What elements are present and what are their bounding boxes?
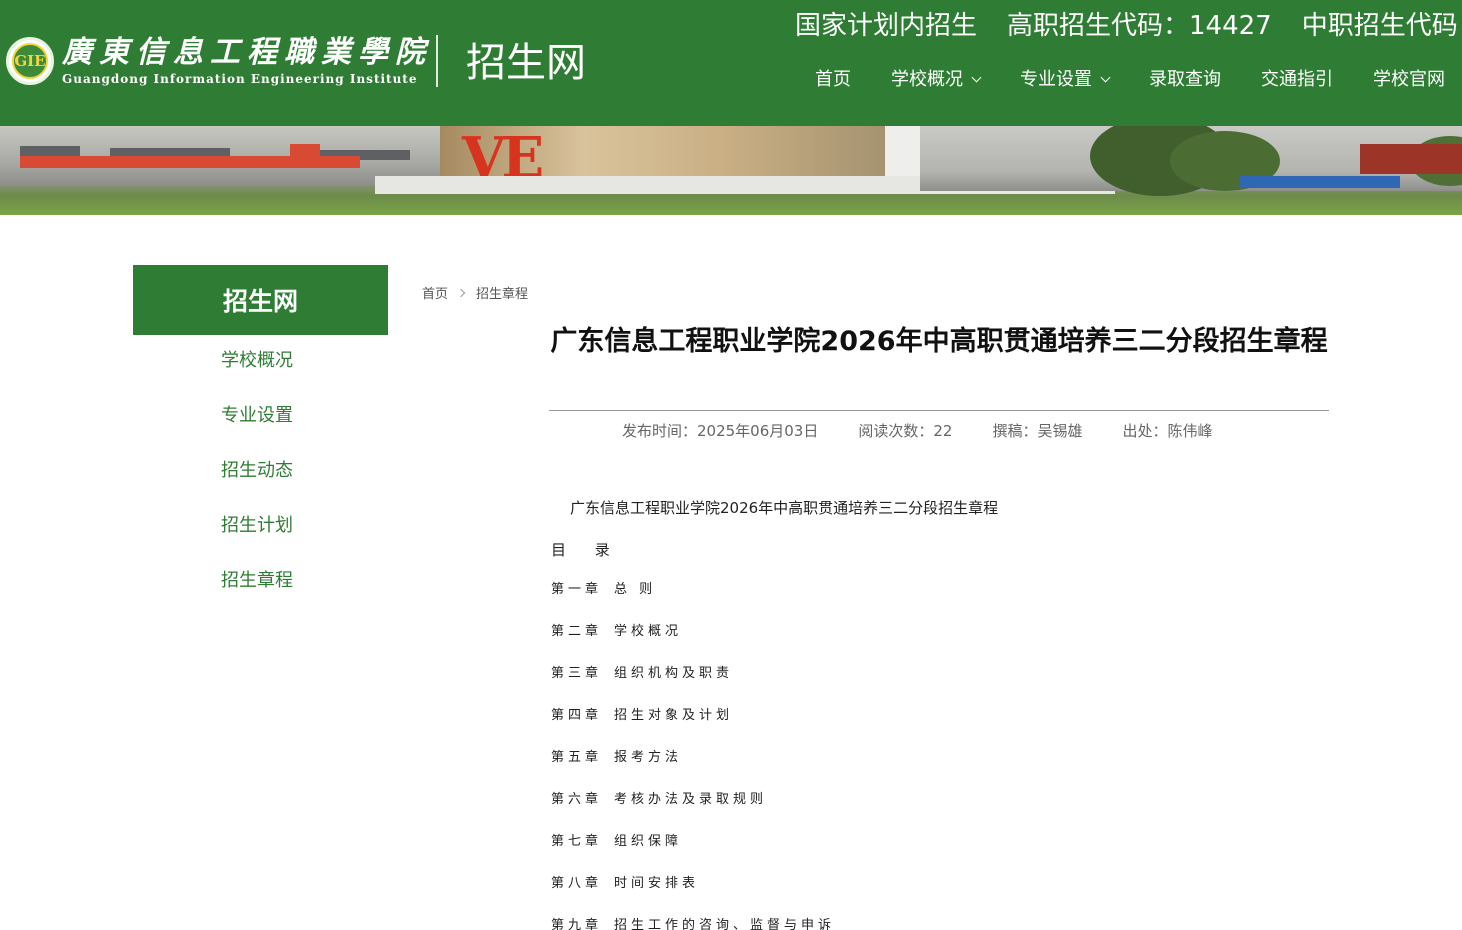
toc-chapter-name: 时间安排表 <box>614 876 700 891</box>
toc-item: 第三章 组织机构及职责 <box>551 664 835 706</box>
toc-chapter: 第五章 <box>551 750 603 765</box>
code-higher-vocational: 高职招生代码：14427 <box>1007 11 1272 41</box>
header-divider <box>436 35 438 87</box>
nav-official-site[interactable]: 学校官网 <box>1373 66 1445 94</box>
toc-chapter: 第八章 <box>551 876 603 891</box>
code-secondary-vocational: 中职招生代码： <box>1301 11 1462 41</box>
logo-chinese-name: 廣東信息工程職業學院 <box>62 35 432 70</box>
article-body-title: 广东信息工程职业学院2026年中高职贯通培养三二分段招生章程 <box>570 499 999 517</box>
nav-school-overview[interactable]: 学校概况 <box>891 66 982 94</box>
emblem-text: GIE <box>12 43 48 79</box>
toc-chapter-name: 总 则 <box>614 582 657 597</box>
toc-item: 第五章 报考方法 <box>551 748 835 790</box>
toc-chapter: 第六章 <box>551 792 603 807</box>
meta-source: 出处：陈伟峰 <box>1122 422 1213 440</box>
school-logo[interactable]: GIE 廣東信息工程職業學院 Guangdong Information Eng… <box>6 36 432 86</box>
toc-item: 第八章 时间安排表 <box>551 874 835 916</box>
nav-admission-query[interactable]: 录取查询 <box>1149 66 1221 94</box>
sidebar-item-school-overview[interactable]: 学校概况 <box>221 348 293 374</box>
toc-item: 第七章 组织保障 <box>551 832 835 874</box>
nav-traffic-guide-label: 交通指引 <box>1261 69 1333 90</box>
toc-item: 第九章 招生工作的咨询、监督与申诉 <box>551 916 835 930</box>
meta-publish-date: 发布时间：2025年06月03日 <box>622 422 819 440</box>
chevron-down-icon <box>971 72 982 83</box>
toc-chapter: 第四章 <box>551 708 603 723</box>
banner-blue-tent <box>1240 176 1400 188</box>
toc-chapter-name: 招生工作的咨询、监督与申诉 <box>614 918 836 930</box>
article-title: 广东信息工程职业学院2026年中高职贯通培养三二分段招生章程 <box>550 326 1328 357</box>
table-of-contents: 第一章总 则 第二章 学校概况 第三章 组织机构及职责 第四章 招生对象及计划 第五章… <box>551 580 835 930</box>
code-national-plan: 国家计划内招生 <box>795 11 978 41</box>
enrollment-codes: 国家计划内招生 高职招生代码：14427 中职招生代码： <box>795 8 1462 44</box>
toc-item: 第二章 学校概况 <box>551 622 835 664</box>
toc-chapter: 第一章 <box>551 582 603 597</box>
title-divider <box>549 410 1329 411</box>
sidebar-item-admission-rules[interactable]: 招生章程 <box>221 568 293 594</box>
toc-chapter-name: 组织机构及职责 <box>614 666 734 681</box>
toc-heading: 目 录 <box>551 541 622 559</box>
campus-banner-image: VE <box>0 126 1462 215</box>
site-name: 招生网 <box>466 40 586 86</box>
breadcrumb: 首页 招生章程 <box>422 283 528 302</box>
banner-red-sign <box>290 144 320 156</box>
toc-chapter: 第二章 <box>551 624 603 639</box>
sidebar-item-admission-news[interactable]: 招生动态 <box>221 458 293 484</box>
toc-chapter-name: 招生对象及计划 <box>614 708 734 723</box>
chevron-down-icon <box>1100 72 1111 83</box>
site-header: GIE 廣東信息工程職業學院 Guangdong Information Eng… <box>0 0 1462 126</box>
toc-chapter-name: 学校概况 <box>614 624 683 639</box>
nav-traffic-guide[interactable]: 交通指引 <box>1261 66 1333 94</box>
breadcrumb-home[interactable]: 首页 <box>422 283 448 302</box>
toc-chapter: 第三章 <box>551 666 603 681</box>
toc-item: 第四章 招生对象及计划 <box>551 706 835 748</box>
meta-read-count: 阅读次数：22 <box>858 422 953 440</box>
nav-school-overview-label: 学校概况 <box>891 69 963 90</box>
banner-red-awning <box>20 156 360 168</box>
sidebar-item-admission-plan[interactable]: 招生计划 <box>221 513 293 539</box>
banner-window <box>20 146 80 156</box>
article-meta: 发布时间：2025年06月03日 阅读次数：22 撰稿：吴锡雄 出处：陈伟峰 <box>622 420 1252 442</box>
meta-author: 撰稿：吴锡雄 <box>992 422 1083 440</box>
main-nav: 首页 学校概况 专业设置 录取查询 交通指引 学校官网 <box>815 66 1445 94</box>
nav-home[interactable]: 首页 <box>815 66 851 94</box>
nav-admission-query-label: 录取查询 <box>1149 69 1221 90</box>
toc-chapter-name: 考核办法及录取规则 <box>614 792 768 807</box>
chevron-right-icon <box>456 288 466 297</box>
school-emblem-icon: GIE <box>6 37 54 85</box>
toc-chapter: 第七章 <box>551 834 603 849</box>
banner-pillar <box>885 126 925 181</box>
toc-item: 第六章 考核办法及录取规则 <box>551 790 835 832</box>
nav-majors-label: 专业设置 <box>1020 69 1092 90</box>
toc-chapter-name: 报考方法 <box>614 750 683 765</box>
breadcrumb-current[interactable]: 招生章程 <box>476 283 528 302</box>
sidebar-title: 招生网 <box>133 265 388 335</box>
banner-roof <box>1360 144 1462 174</box>
nav-home-label: 首页 <box>815 69 851 90</box>
toc-chapter-name: 组织保障 <box>614 834 683 849</box>
nav-majors[interactable]: 专业设置 <box>1020 66 1111 94</box>
toc-chapter: 第九章 <box>551 918 603 930</box>
toc-item: 第一章总 则 <box>551 580 835 622</box>
sidebar-item-majors[interactable]: 专业设置 <box>221 403 293 429</box>
nav-official-site-label: 学校官网 <box>1373 69 1445 90</box>
logo-english-name: Guangdong Information Engineering Instit… <box>62 72 418 86</box>
